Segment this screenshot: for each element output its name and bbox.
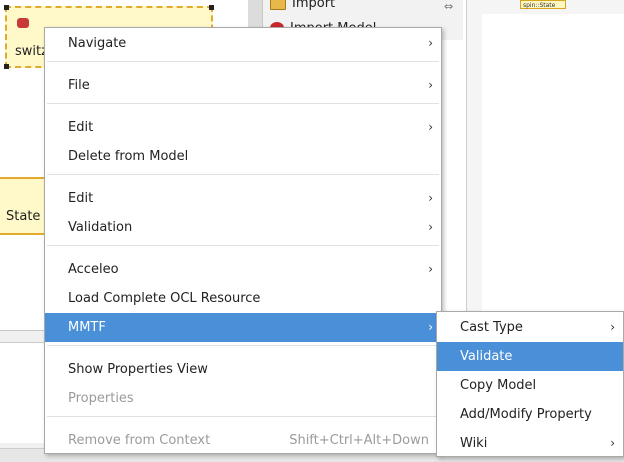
menu-item-label: Edit xyxy=(68,191,94,206)
menu-item-copy-model[interactable]: Copy Model xyxy=(437,371,623,400)
menu-item-label: Copy Model xyxy=(460,378,537,393)
mmtf-submenu: Cast Type › Validate Copy Model Add/Modi… xyxy=(436,311,624,457)
chevron-right-icon: › xyxy=(428,320,433,334)
menu-item-edit[interactable]: Edit › xyxy=(45,113,441,142)
menu-item-label: File xyxy=(68,78,90,93)
chevron-right-icon: › xyxy=(428,36,433,50)
menu-item-add-modify-property[interactable]: Add/Modify Property xyxy=(437,400,623,429)
state-icon xyxy=(17,18,29,28)
menu-item-edit-2[interactable]: Edit › xyxy=(45,184,441,213)
menu-item-label: Acceleo xyxy=(68,262,119,277)
state-switch-label: switz xyxy=(15,44,48,59)
resize-handle[interactable] xyxy=(4,5,9,10)
chevron-right-icon: › xyxy=(428,191,433,205)
menu-item-acceleo[interactable]: Acceleo › xyxy=(45,255,441,284)
menu-item-label: Properties xyxy=(68,391,134,406)
menu-item-label: Validate xyxy=(460,349,513,364)
menu-separator xyxy=(47,345,439,346)
menu-separator xyxy=(47,174,439,175)
menu-item-label: Validation xyxy=(68,220,133,235)
chevron-right-icon: › xyxy=(428,262,433,276)
menu-item-label: Remove from Context xyxy=(68,433,211,448)
menu-item-validate[interactable]: Validate xyxy=(437,342,623,371)
menu-item-label: Navigate xyxy=(68,36,127,51)
menu-separator xyxy=(47,61,439,62)
palette-item-import[interactable]: Import xyxy=(270,0,335,12)
menu-item-validation[interactable]: Validation › xyxy=(45,213,441,242)
outline-canvas xyxy=(482,14,624,314)
bottom-panel-content xyxy=(0,342,48,443)
menu-item-label: Wiki xyxy=(460,436,488,451)
menu-separator xyxy=(47,245,439,246)
menu-item-label: Delete from Model xyxy=(68,149,189,164)
menu-item-file[interactable]: File › xyxy=(45,71,441,100)
menu-item-cast-type[interactable]: Cast Type › xyxy=(437,313,623,342)
chevron-right-icon: › xyxy=(428,220,433,234)
pin-icon[interactable]: ⇔ xyxy=(444,0,453,13)
chevron-right-icon: › xyxy=(610,320,615,334)
state-node[interactable]: State xyxy=(0,177,48,235)
chevron-right-icon: › xyxy=(428,120,433,134)
menu-item-wiki[interactable]: Wiki › xyxy=(437,429,623,458)
chevron-right-icon: › xyxy=(428,78,433,92)
menu-item-show-properties-view[interactable]: Show Properties View xyxy=(45,355,441,384)
menu-item-label: Cast Type xyxy=(460,320,523,335)
resize-handle[interactable] xyxy=(4,64,9,69)
menu-item-delete-from-model[interactable]: Delete from Model xyxy=(45,142,441,171)
menu-item-label: MMTF xyxy=(68,320,106,335)
palette-item-label: Import xyxy=(292,0,336,11)
menu-separator xyxy=(47,416,439,417)
menu-item-navigate[interactable]: Navigate › xyxy=(45,29,441,58)
menu-item-label: Load Complete OCL Resource xyxy=(68,291,261,306)
menu-item-label: Add/Modify Property xyxy=(460,407,592,422)
keyboard-shortcut: Shift+Ctrl+Alt+Down xyxy=(289,433,429,448)
state-label: State xyxy=(6,209,41,224)
context-menu: Navigate › File › Edit › Delete from Mod… xyxy=(44,27,442,454)
menu-item-label: Edit xyxy=(68,120,94,135)
menu-item-load-ocl[interactable]: Load Complete OCL Resource xyxy=(45,284,441,313)
mini-state-node: spin::State xyxy=(520,0,566,9)
chevron-right-icon: › xyxy=(610,436,615,450)
folder-icon xyxy=(270,0,286,10)
menu-item-remove-from-context[interactable]: Remove from Context Shift+Ctrl+Alt+Down xyxy=(45,426,441,455)
resize-handle[interactable] xyxy=(209,5,214,10)
menu-separator xyxy=(47,103,439,104)
menu-item-mmtf[interactable]: MMTF › xyxy=(45,313,441,342)
menu-item-properties[interactable]: Properties xyxy=(45,384,441,413)
menu-item-label: Show Properties View xyxy=(68,362,208,377)
